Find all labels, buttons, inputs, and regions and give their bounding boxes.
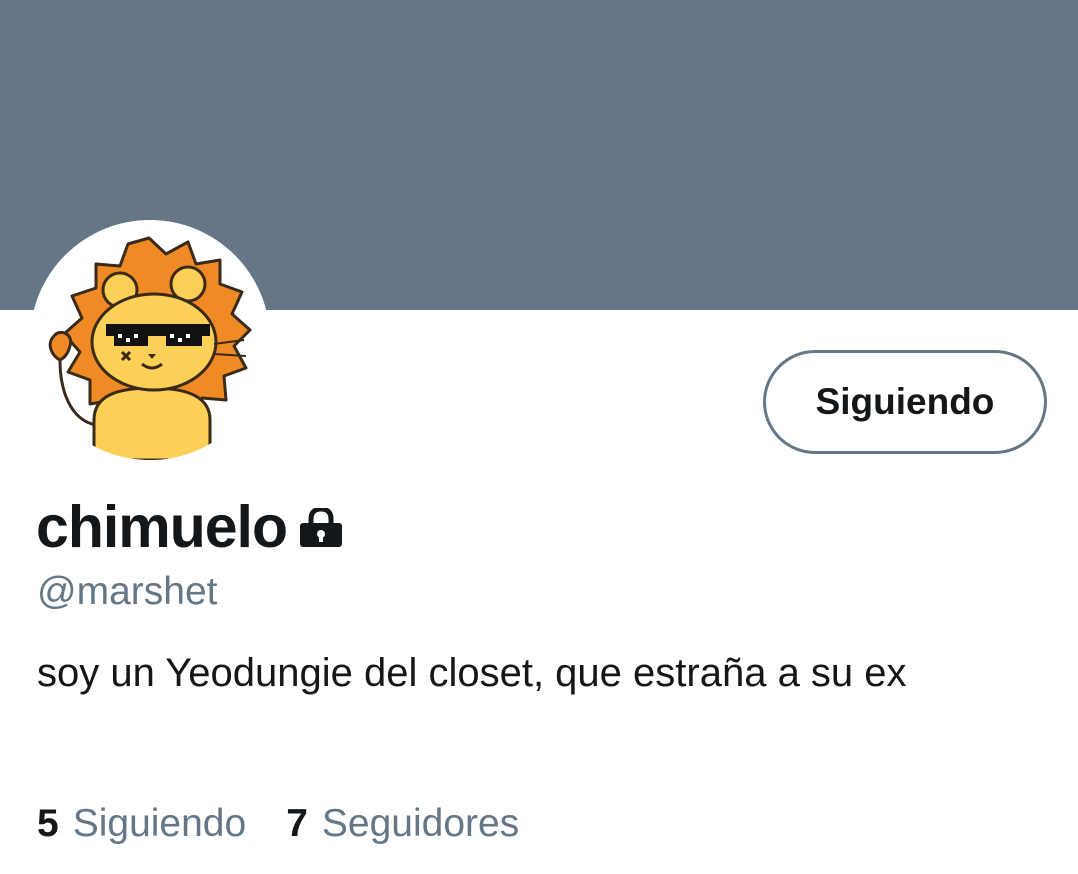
followers-stat[interactable]: 7 Seguidores bbox=[286, 802, 519, 846]
following-count: 5 bbox=[37, 802, 59, 845]
profile-name-row: chimuelo bbox=[36, 492, 343, 562]
followers-label: Seguidores bbox=[321, 802, 520, 845]
profile-bio: soy un Yeodungie del closet, que estraña… bbox=[37, 651, 907, 695]
profile-stats: 5 Siguiendo 7 Seguidores bbox=[37, 802, 559, 846]
followers-count: 7 bbox=[286, 802, 308, 845]
profile-handle: @marshet bbox=[37, 570, 218, 613]
following-button-label: Siguiendo bbox=[815, 381, 995, 422]
following-button[interactable]: Siguiendo bbox=[763, 350, 1047, 454]
display-name: chimuelo bbox=[36, 494, 288, 560]
following-label: Siguiendo bbox=[72, 802, 247, 845]
profile-avatar[interactable] bbox=[30, 220, 270, 460]
lock-icon bbox=[299, 505, 343, 553]
profile-page: Siguiendo chimuelo @marshet soy un Yeodu… bbox=[0, 0, 1078, 874]
lion-avatar-icon bbox=[48, 236, 252, 460]
following-stat[interactable]: 5 Siguiendo bbox=[37, 802, 246, 846]
